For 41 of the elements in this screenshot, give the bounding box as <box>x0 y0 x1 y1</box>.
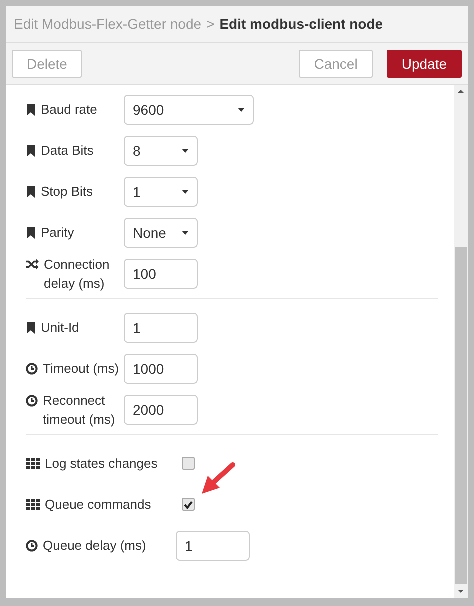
input-field[interactable]: 2000 <box>124 394 198 424</box>
field-label: Stop Bits <box>41 183 94 201</box>
dropdown[interactable]: 8 <box>124 136 198 166</box>
clock-icon <box>26 540 38 552</box>
input-field[interactable]: 1 <box>176 530 250 560</box>
dropdown[interactable]: None <box>124 218 198 248</box>
grid-icon <box>26 499 40 510</box>
caret-icon <box>238 108 245 112</box>
checkbox[interactable] <box>182 457 195 470</box>
field-label: Log states changes <box>45 455 158 473</box>
checkbox[interactable] <box>182 498 195 511</box>
clock-icon <box>26 363 38 375</box>
field-label: Queue delay (ms) <box>43 537 146 555</box>
field-label: Unit-Id <box>41 319 80 337</box>
input-field[interactable]: 1000 <box>124 354 198 384</box>
caret-icon <box>182 148 189 152</box>
field-label: Queue commands <box>45 496 152 514</box>
input-field[interactable]: 1 <box>124 312 198 342</box>
field-label: Baud rate <box>41 101 98 119</box>
update-button[interactable]: Update <box>386 50 462 78</box>
shuffle-icon <box>26 258 39 270</box>
bookmark-icon <box>26 227 36 239</box>
field-label: Parity <box>41 224 74 242</box>
field-label: Timeout (ms) <box>43 360 120 378</box>
field-label: Reconnect timeout (ms) <box>43 392 116 428</box>
dropdown[interactable]: 9600 <box>124 94 254 124</box>
dialog-title: Edit modbus-client node <box>220 16 384 32</box>
field-label: Data Bits <box>41 142 94 160</box>
input-field[interactable]: 100 <box>124 258 198 288</box>
dropdown[interactable]: 1 <box>124 176 198 206</box>
grid-icon <box>26 458 40 469</box>
caret-icon <box>182 190 189 194</box>
bookmark-icon <box>26 322 36 334</box>
scrollbar[interactable] <box>454 85 468 598</box>
caret-icon <box>182 230 189 234</box>
field-label: Connection delay (ms) <box>44 256 111 292</box>
bookmark-icon <box>26 186 36 198</box>
bookmark-icon <box>26 145 36 157</box>
bookmark-icon <box>26 104 36 116</box>
breadcrumb-separator: > <box>206 16 215 32</box>
clock-icon <box>26 394 38 406</box>
